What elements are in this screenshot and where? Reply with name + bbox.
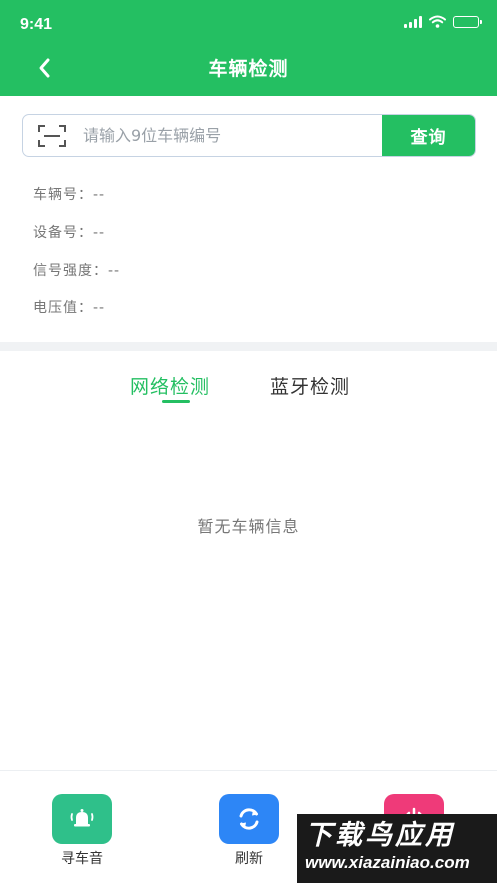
page-title: 车辆检测 — [208, 58, 289, 80]
watermark-url: www.xiazainiao.com — [305, 853, 470, 872]
section-divider — [0, 342, 497, 351]
refresh-button[interactable] — [219, 794, 279, 844]
header-bar: 9:41 车辆检测 — [0, 0, 497, 96]
wifi-icon — [429, 15, 446, 28]
query-button[interactable]: 查询 — [382, 115, 475, 156]
find-car-sound-label: 寻车音 — [61, 851, 103, 867]
info-vehicle-number: 车辆号：-- — [33, 184, 105, 204]
info-value: -- — [93, 225, 106, 241]
refresh-icon — [239, 808, 259, 830]
info-label: 电压值： — [33, 300, 93, 316]
info-device-number: 设备号：-- — [33, 222, 105, 242]
scan-icon — [38, 124, 66, 147]
info-voltage: 电压值：-- — [33, 297, 105, 317]
tab-bluetooth-check[interactable]: 蓝牙检测 — [270, 372, 350, 399]
battery-icon — [453, 15, 482, 28]
bell-icon — [70, 809, 94, 827]
tab-active-indicator — [162, 400, 190, 403]
watermark-logo: 下载鸟应用 www.xiazainiao.com — [297, 814, 497, 883]
info-value: -- — [108, 263, 121, 279]
vehicle-number-input[interactable] — [81, 115, 382, 156]
tab-network-check[interactable]: 网络检测 — [130, 372, 210, 399]
search-bar: 查询 — [22, 114, 476, 157]
info-label: 车辆号： — [33, 187, 93, 203]
find-car-sound-button[interactable] — [52, 794, 112, 844]
signal-icon — [404, 15, 422, 28]
info-signal-strength: 信号强度：-- — [33, 260, 120, 280]
info-value: -- — [93, 300, 106, 316]
info-value: -- — [93, 187, 106, 203]
watermark-title: 下载鸟应用 — [305, 820, 455, 851]
status-icons — [404, 15, 482, 28]
info-label: 设备号： — [33, 225, 93, 241]
empty-state-text: 暂无车辆信息 — [197, 517, 300, 536]
scan-button[interactable] — [23, 115, 81, 156]
refresh-label: 刷新 — [235, 851, 263, 867]
info-label: 信号强度： — [33, 263, 108, 279]
status-time: 9:41 — [20, 16, 53, 33]
